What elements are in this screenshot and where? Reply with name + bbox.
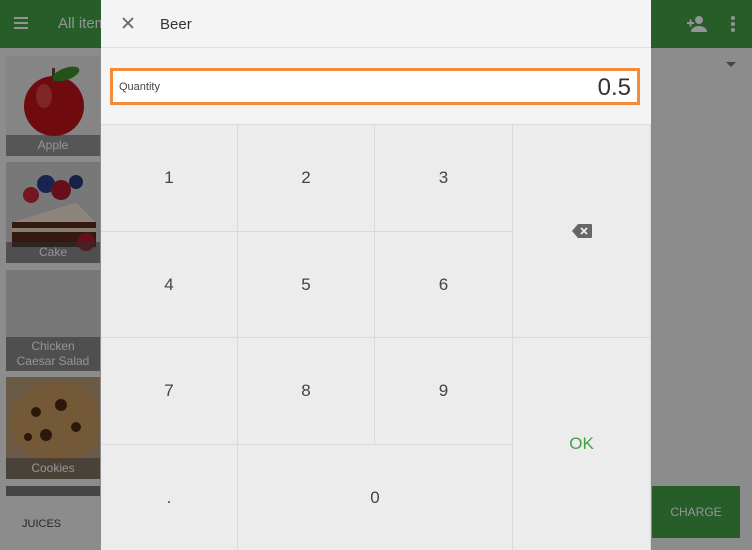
numeric-keypad: 1 2 3 4 5 6 7 8 9 OK . 0 <box>101 124 651 550</box>
dialog-header: Beer <box>101 0 651 48</box>
key-7[interactable]: 7 <box>101 338 238 445</box>
key-2[interactable]: 2 <box>238 125 375 232</box>
backspace-key[interactable] <box>513 125 651 338</box>
quantity-label: Quantity <box>119 81 160 93</box>
key-9[interactable]: 9 <box>375 338 513 445</box>
backspace-icon <box>571 224 592 238</box>
quantity-value: 0.5 <box>597 74 631 101</box>
key-5[interactable]: 5 <box>238 232 375 338</box>
quantity-field[interactable]: Quantity 0.5 <box>110 68 640 105</box>
key-0[interactable]: 0 <box>238 445 513 550</box>
key-4[interactable]: 4 <box>101 232 238 338</box>
dialog-title: Beer <box>160 16 192 33</box>
key-8[interactable]: 8 <box>238 338 375 445</box>
key-3[interactable]: 3 <box>375 125 513 232</box>
key-6[interactable]: 6 <box>375 232 513 338</box>
ok-button[interactable]: OK <box>513 338 651 550</box>
key-decimal-point[interactable]: . <box>101 445 238 550</box>
close-icon[interactable] <box>119 14 139 34</box>
quantity-dialog: Beer Quantity 0.5 1 2 3 4 5 6 7 8 9 OK .… <box>101 0 651 550</box>
key-1[interactable]: 1 <box>101 125 238 232</box>
